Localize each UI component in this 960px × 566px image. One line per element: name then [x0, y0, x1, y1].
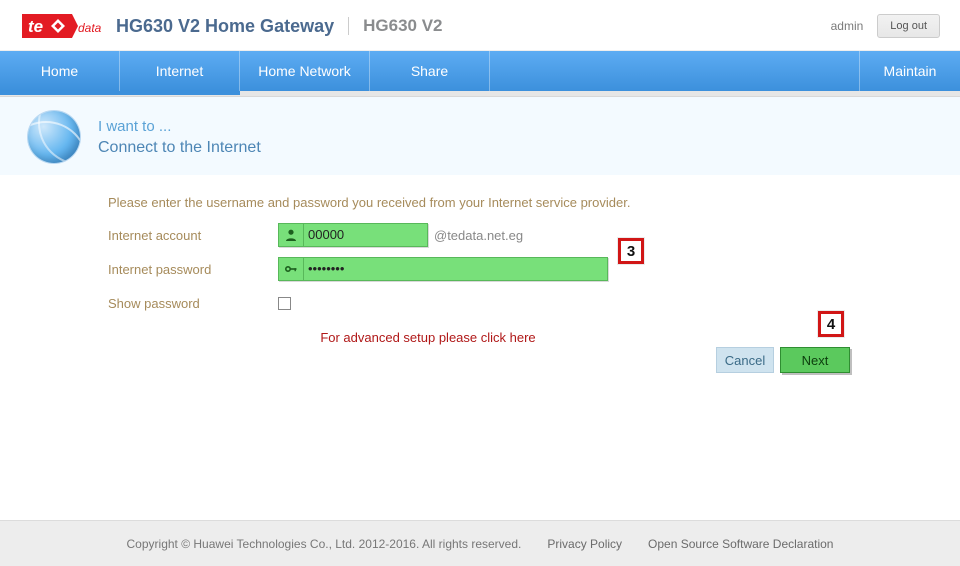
nav-maintain[interactable]: Maintain — [860, 51, 960, 91]
form-instruction: Please enter the username and password y… — [108, 195, 940, 210]
account-input[interactable]: 00000 — [278, 223, 428, 247]
callout-3: 3 — [618, 238, 644, 264]
main-nav: Home Internet Home Network Share Maintai… — [0, 51, 960, 91]
nav-home[interactable]: Home — [0, 51, 120, 91]
nav-share[interactable]: Share — [370, 51, 490, 91]
product-title: HG630 V2 Home Gateway — [116, 16, 334, 37]
footer: Copyright © Huawei Technologies Co., Ltd… — [0, 520, 960, 566]
user-icon — [279, 228, 303, 242]
content-area: I want to ... Connect to the Internet Pl… — [0, 97, 960, 521]
password-value: •••••••• — [303, 257, 603, 281]
intro-line1: I want to ... — [98, 118, 261, 135]
account-label: Internet account — [108, 228, 278, 243]
row-account: Internet account 00000 @tedata.net.eg — [108, 220, 940, 250]
key-icon — [279, 262, 303, 276]
current-user: admin — [831, 19, 864, 33]
wizard-form: Please enter the username and password y… — [108, 195, 940, 345]
advanced-setup-link[interactable]: For advanced setup please click here — [108, 330, 748, 345]
wizard-progress-fill — [0, 91, 240, 95]
password-input[interactable]: •••••••• — [278, 257, 608, 281]
model-title: HG630 V2 — [363, 16, 442, 36]
row-password: Internet password •••••••• 3 — [108, 254, 940, 284]
account-suffix: @tedata.net.eg — [434, 228, 523, 243]
show-password-checkbox[interactable] — [278, 297, 291, 310]
logout-button[interactable]: Log out — [877, 14, 940, 38]
password-label: Internet password — [108, 262, 278, 277]
globe-icon — [28, 111, 80, 163]
title-separator — [348, 17, 349, 35]
callout-4: 4 — [818, 311, 844, 337]
button-row: Cancel Next — [716, 347, 850, 373]
cancel-button[interactable]: Cancel — [716, 347, 774, 373]
footer-privacy-link[interactable]: Privacy Policy — [547, 537, 622, 551]
header: te data HG630 V2 Home Gateway HG630 V2 a… — [0, 0, 960, 51]
nav-internet[interactable]: Internet — [120, 51, 240, 91]
account-value: 00000 — [303, 223, 423, 247]
intro-line2: Connect to the Internet — [98, 139, 261, 157]
row-show-password: Show password — [108, 288, 940, 318]
intro-block: I want to ... Connect to the Internet — [28, 111, 940, 163]
logo-sub-text: data — [78, 21, 102, 35]
next-button[interactable]: Next — [780, 347, 850, 373]
logo-brand-text: te — [28, 17, 43, 36]
footer-oss-link[interactable]: Open Source Software Declaration — [648, 537, 833, 551]
footer-copyright: Copyright © Huawei Technologies Co., Ltd… — [127, 537, 522, 551]
nav-home-network[interactable]: Home Network — [240, 51, 370, 91]
brand-logo: te data — [20, 10, 106, 42]
show-password-label: Show password — [108, 296, 278, 311]
